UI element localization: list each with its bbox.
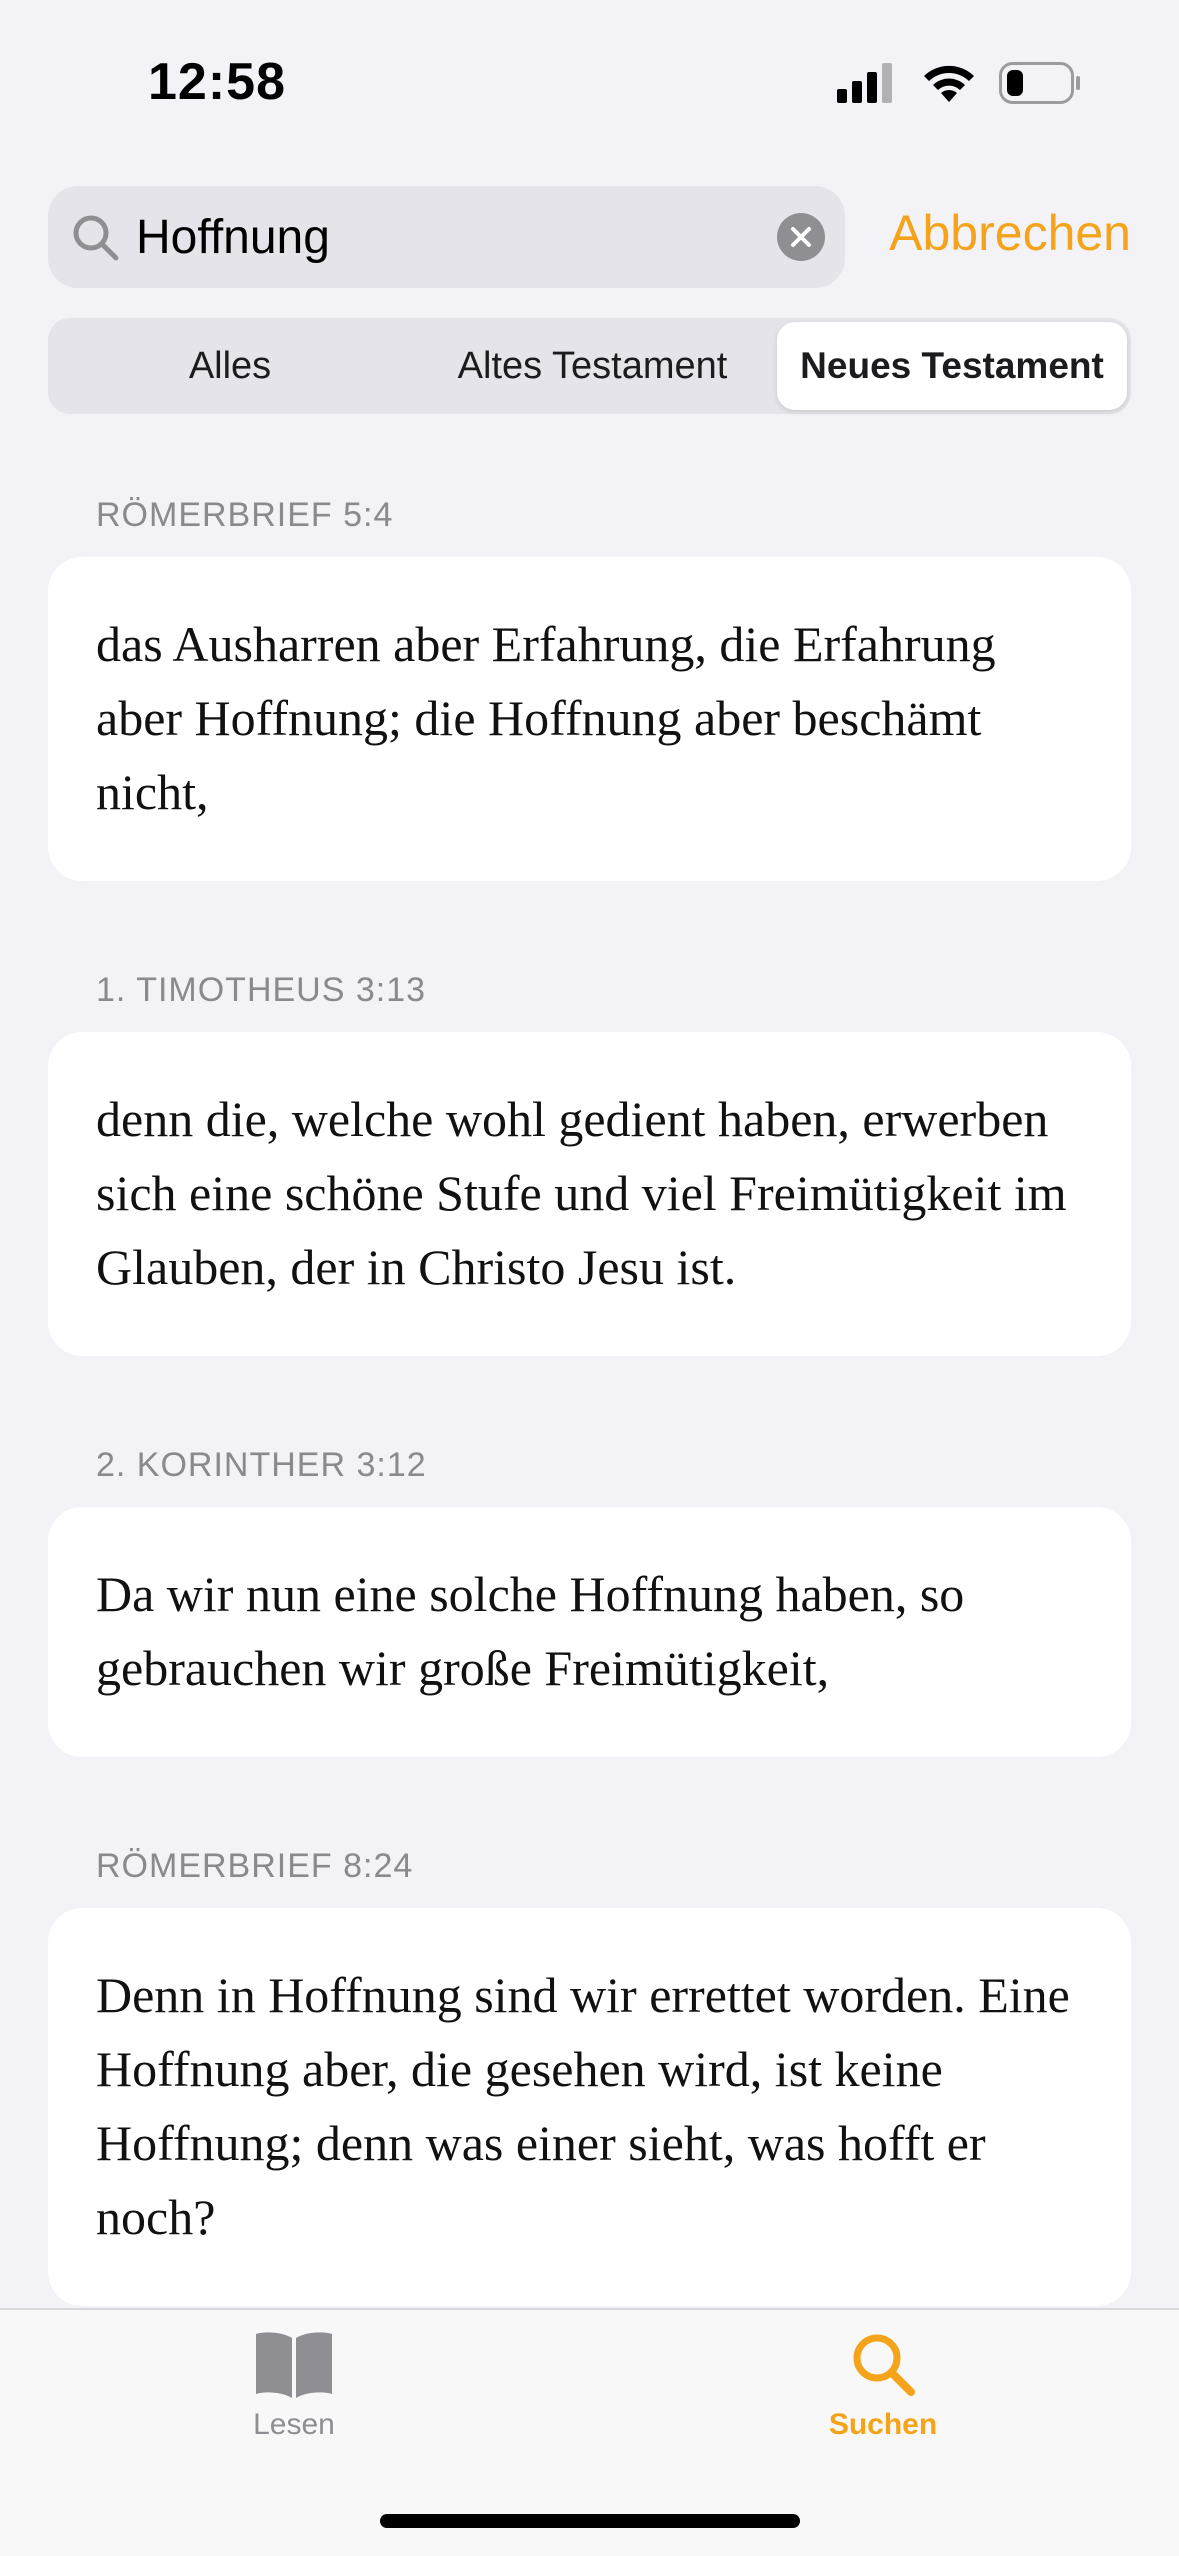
verse-card[interactable]: denn die, welche wohl gedient haben, erw… bbox=[48, 1032, 1131, 1356]
tab-label: Lesen bbox=[253, 2408, 335, 2441]
verse-card[interactable]: Da wir nun eine solche Hoffnung haben, s… bbox=[48, 1507, 1131, 1757]
wifi-icon bbox=[924, 65, 974, 102]
result-item[interactable]: 1. TIMOTHEUS 3:13 denn die, welche wohl … bbox=[48, 971, 1131, 1356]
search-icon bbox=[73, 215, 119, 261]
home-indicator bbox=[380, 2514, 800, 2528]
verse-reference: RÖMERBRIEF 5:4 bbox=[96, 496, 394, 534]
verse-reference: 1. TIMOTHEUS 3:13 bbox=[96, 971, 427, 1009]
testament-segmented-control: Alles Altes Testament Neues Testament bbox=[48, 318, 1131, 414]
segment-alles[interactable]: Alles bbox=[52, 322, 408, 410]
clear-icon bbox=[791, 227, 811, 247]
cancel-button[interactable]: Abbrechen bbox=[889, 204, 1131, 262]
search-field[interactable] bbox=[48, 186, 845, 288]
search-row: Abbrechen bbox=[48, 186, 1131, 288]
book-icon bbox=[256, 2332, 332, 2398]
search-icon bbox=[853, 2334, 915, 2396]
result-item[interactable]: RÖMERBRIEF 8:24 Denn in Hoffnung sind wi… bbox=[48, 1847, 1131, 2306]
tab-label: Suchen bbox=[828, 2408, 938, 2441]
verse-card[interactable]: das Ausharren aber Erfahrung, die Erfahr… bbox=[48, 557, 1131, 881]
tab-lesen[interactable]: Lesen bbox=[164, 2328, 424, 2442]
verse-reference: RÖMERBRIEF 8:24 bbox=[96, 1847, 414, 1885]
segment-altes-testament[interactable]: Altes Testament bbox=[408, 322, 777, 410]
verse-card[interactable]: Denn in Hoffnung sind wir errettet worde… bbox=[48, 1908, 1131, 2306]
verse-reference: 2. KORINTHER 3:12 bbox=[96, 1446, 427, 1484]
search-input[interactable] bbox=[136, 186, 756, 288]
clear-search-button[interactable] bbox=[777, 213, 825, 261]
battery-icon bbox=[999, 62, 1080, 104]
cellular-signal-icon bbox=[837, 63, 892, 103]
result-item[interactable]: 2. KORINTHER 3:12 Da wir nun eine solche… bbox=[48, 1446, 1131, 1757]
result-item[interactable]: RÖMERBRIEF 5:4 das Ausharren aber Erfahr… bbox=[48, 496, 1131, 881]
search-results-list[interactable]: RÖMERBRIEF 5:4 das Ausharren aber Erfahr… bbox=[48, 470, 1131, 2310]
status-icons bbox=[837, 62, 1081, 104]
segment-neues-testament[interactable]: Neues Testament bbox=[777, 322, 1127, 410]
status-time: 12:58 bbox=[148, 53, 286, 111]
tab-suchen[interactable]: Suchen bbox=[753, 2328, 1013, 2442]
status-bar: 12:58 bbox=[0, 0, 1179, 170]
